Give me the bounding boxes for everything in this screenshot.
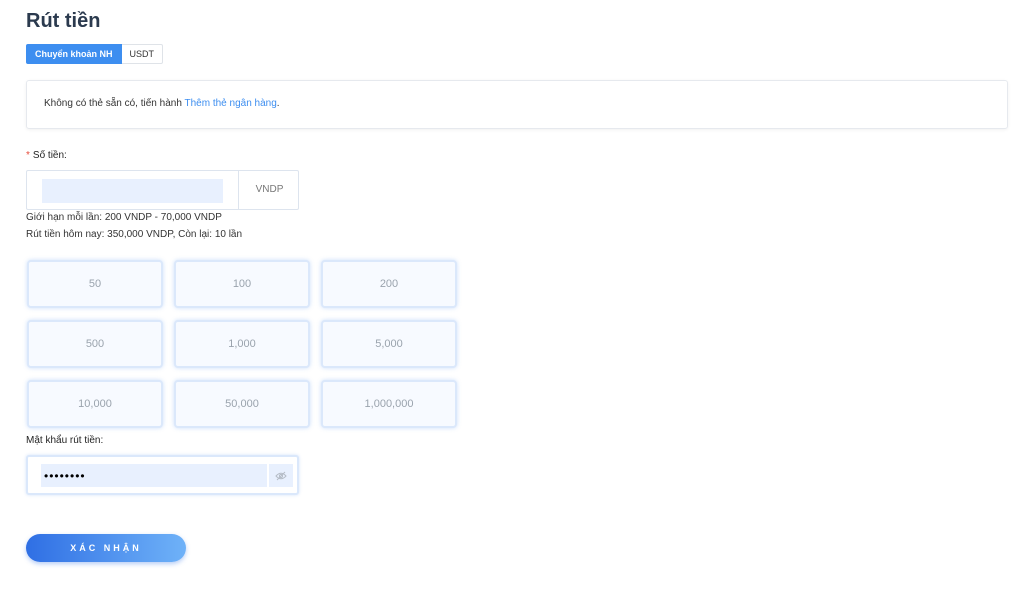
notice-suffix: . xyxy=(276,98,280,109)
quick-amount-button[interactable]: 500 xyxy=(27,320,163,368)
password-field xyxy=(26,455,299,495)
password-input[interactable] xyxy=(41,464,267,487)
quick-amount-button[interactable]: 1,000,000 xyxy=(321,380,457,428)
eye-off-icon[interactable] xyxy=(269,464,293,487)
quick-amount-button[interactable]: 50 xyxy=(27,260,163,308)
amount-unit: VNDP xyxy=(238,171,300,209)
daily-withdraw-info: Rút tiền hôm nay: 350,000 VNDP, Còn lại:… xyxy=(26,229,243,240)
quick-amount-button[interactable]: 100 xyxy=(174,260,310,308)
per-transaction-limit: Giới hạn mỗi lần: 200 VNDP - 70,000 VNDP xyxy=(26,212,222,223)
notice-text: Không có thẻ sẵn có, tiến hành xyxy=(44,98,185,109)
amount-input[interactable] xyxy=(42,179,223,203)
tab-bank-transfer[interactable]: Chuyển khoản NH xyxy=(26,44,122,64)
notice-text-line: Không có thẻ sẵn có, tiến hành Thêm thẻ … xyxy=(44,98,280,109)
confirm-button[interactable]: XÁC NHẬN xyxy=(26,534,186,562)
add-bank-card-link[interactable]: Thêm thẻ ngân hàng xyxy=(184,98,276,109)
no-card-notice: Không có thẻ sẵn có, tiến hành Thêm thẻ … xyxy=(26,80,1008,129)
amount-label-text: Số tiền: xyxy=(32,150,67,161)
required-mark: * xyxy=(26,150,30,161)
amount-label: * Số tiền: xyxy=(26,150,67,161)
payment-method-tabs: Chuyển khoản NH USDT xyxy=(26,44,164,64)
page-title: Rút tiền xyxy=(26,10,101,32)
quick-amount-button[interactable]: 1,000 xyxy=(174,320,310,368)
quick-amount-button[interactable]: 200 xyxy=(321,260,457,308)
tab-usdt[interactable]: USDT xyxy=(121,44,164,64)
quick-amount-button[interactable]: 10,000 xyxy=(27,380,163,428)
quick-amount-button[interactable]: 5,000 xyxy=(321,320,457,368)
quick-amount-button[interactable]: 50,000 xyxy=(174,380,310,428)
password-label: Mật khẩu rút tiền: xyxy=(26,435,104,446)
amount-field: VNDP xyxy=(26,170,299,210)
